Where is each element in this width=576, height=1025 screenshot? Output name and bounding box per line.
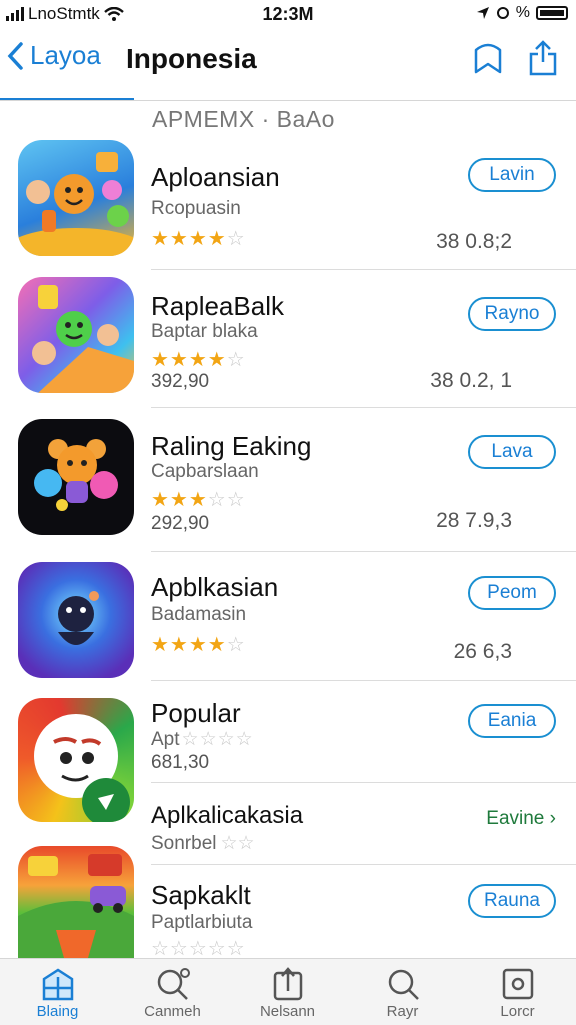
app-subtitle: Capbarslaan — [151, 461, 259, 482]
tray-icon — [273, 967, 302, 1001]
app-number: 28 7.9,3 — [436, 509, 512, 532]
app-title: RapleaBalk — [151, 291, 284, 321]
battery-percent: % — [515, 4, 530, 21]
battery-icon — [536, 6, 568, 20]
app-title: Aploansian — [151, 162, 280, 192]
chevron-right-icon: › — [549, 808, 556, 829]
tab-label: Rayr — [386, 1003, 419, 1020]
magnifier-icon — [157, 968, 190, 1000]
app-icon — [18, 277, 134, 393]
app-subtitle: Badamasin — [151, 604, 247, 625]
tab-label: Canmeh — [144, 1003, 201, 1020]
app-icon — [18, 562, 134, 678]
divider — [151, 782, 576, 783]
share-icon[interactable] — [528, 40, 558, 76]
app-title: Apblkasian — [151, 572, 279, 602]
frame-icon — [502, 968, 533, 1000]
get-button[interactable]: Lava — [468, 435, 556, 469]
back-label: Layoa — [30, 40, 101, 70]
section-header: APMEMX · BaAo — [152, 106, 335, 132]
get-button[interactable]: Rayno — [468, 297, 556, 331]
app-subtitle: Baptar blaka — [151, 321, 258, 342]
page-title: Inponesia — [126, 43, 257, 74]
app-title: Popular — [151, 698, 241, 728]
tab-label: Nelsann — [259, 1003, 316, 1020]
divider — [151, 551, 576, 552]
app-title: Sapkaklt — [151, 880, 251, 910]
app-meta: 392,90 — [151, 371, 210, 392]
bookmark-icon[interactable] — [472, 40, 504, 74]
app-row[interactable]: Sapkaklt Paptlarbiuta ☆☆☆☆☆ Rauna — [0, 846, 576, 960]
alarm-icon — [496, 7, 509, 19]
app-subtitle: Rcopuasin — [151, 198, 241, 219]
get-link-button[interactable]: Eavine › — [486, 808, 556, 830]
get-link-label: Eavine — [486, 808, 545, 829]
app-row[interactable]: Aploansian Rcopuasin ★★★★☆ 38 0.8;2 Lavi… — [0, 138, 576, 270]
app-subtitle: Paptlarbiuta — [151, 912, 253, 933]
back-underline — [0, 98, 134, 100]
app-number: 26 6,3 — [453, 640, 512, 663]
app-subtitle: Apt — [151, 728, 180, 750]
get-button[interactable]: Lavin — [468, 158, 556, 192]
star-rating: ★★★★☆ — [151, 228, 246, 250]
star-rating: ★★★★☆ — [151, 349, 246, 371]
get-button[interactable]: Peom — [468, 576, 556, 610]
app-title: Raling Eaking — [151, 431, 312, 461]
tab-label: Blaing — [36, 1003, 79, 1020]
divider — [151, 407, 576, 408]
tab-updates[interactable]: Nelsann — [230, 959, 345, 1025]
app-row[interactable]: Raling Eaking Capbarslaan ★★★☆☆ 292,90 2… — [0, 415, 576, 552]
get-button[interactable]: Rauna — [468, 884, 556, 918]
app-number: 38 0.2, 1 — [430, 369, 512, 392]
divider — [151, 269, 576, 270]
status-bar: LnoStmtk 12:3M % — [0, 0, 576, 28]
location-icon — [476, 7, 489, 19]
get-button[interactable]: Eania — [468, 704, 556, 738]
app-meta: 292,90 — [151, 513, 210, 534]
tab-featured[interactable]: Blaing — [0, 959, 115, 1025]
star-rating: ★★★☆☆ — [151, 489, 246, 511]
app-icon — [18, 419, 134, 535]
tab-search-categories[interactable]: Canmeh — [115, 959, 230, 1025]
app-row[interactable]: RapleaBalk Baptar blaka ★★★★☆ 392,90 38 … — [0, 275, 576, 408]
app-meta: 681,30 — [151, 752, 210, 773]
app-number: 38 0.8;2 — [436, 230, 512, 253]
app-icon — [18, 140, 134, 256]
grid-icon — [42, 968, 73, 1001]
navigation-bar: Layoa Inponesia — [0, 28, 576, 101]
divider — [151, 680, 576, 681]
app-row[interactable]: Popular Apt ☆☆☆☆ 681,30 Eania — [0, 690, 576, 822]
tab-account[interactable]: Lorcr — [460, 959, 575, 1025]
star-rating: ☆☆☆☆ — [181, 729, 254, 750]
tab-label: Lorcr — [500, 1003, 535, 1020]
search-icon — [388, 969, 419, 1000]
app-row[interactable]: Apblkasian Badamasin ★★★★☆ 26 6,3 Peom — [0, 560, 576, 681]
tab-bar: Blaing Canmeh Nelsann Rayr Lorcr — [0, 958, 576, 1025]
tab-search[interactable]: Rayr — [345, 959, 460, 1025]
chevron-left-icon — [7, 41, 23, 70]
back-button[interactable]: Layoa — [6, 40, 101, 71]
star-rating: ★★★★☆ — [151, 634, 246, 656]
app-icon — [18, 846, 134, 958]
app-title: Aplkalicakasia — [151, 802, 304, 829]
